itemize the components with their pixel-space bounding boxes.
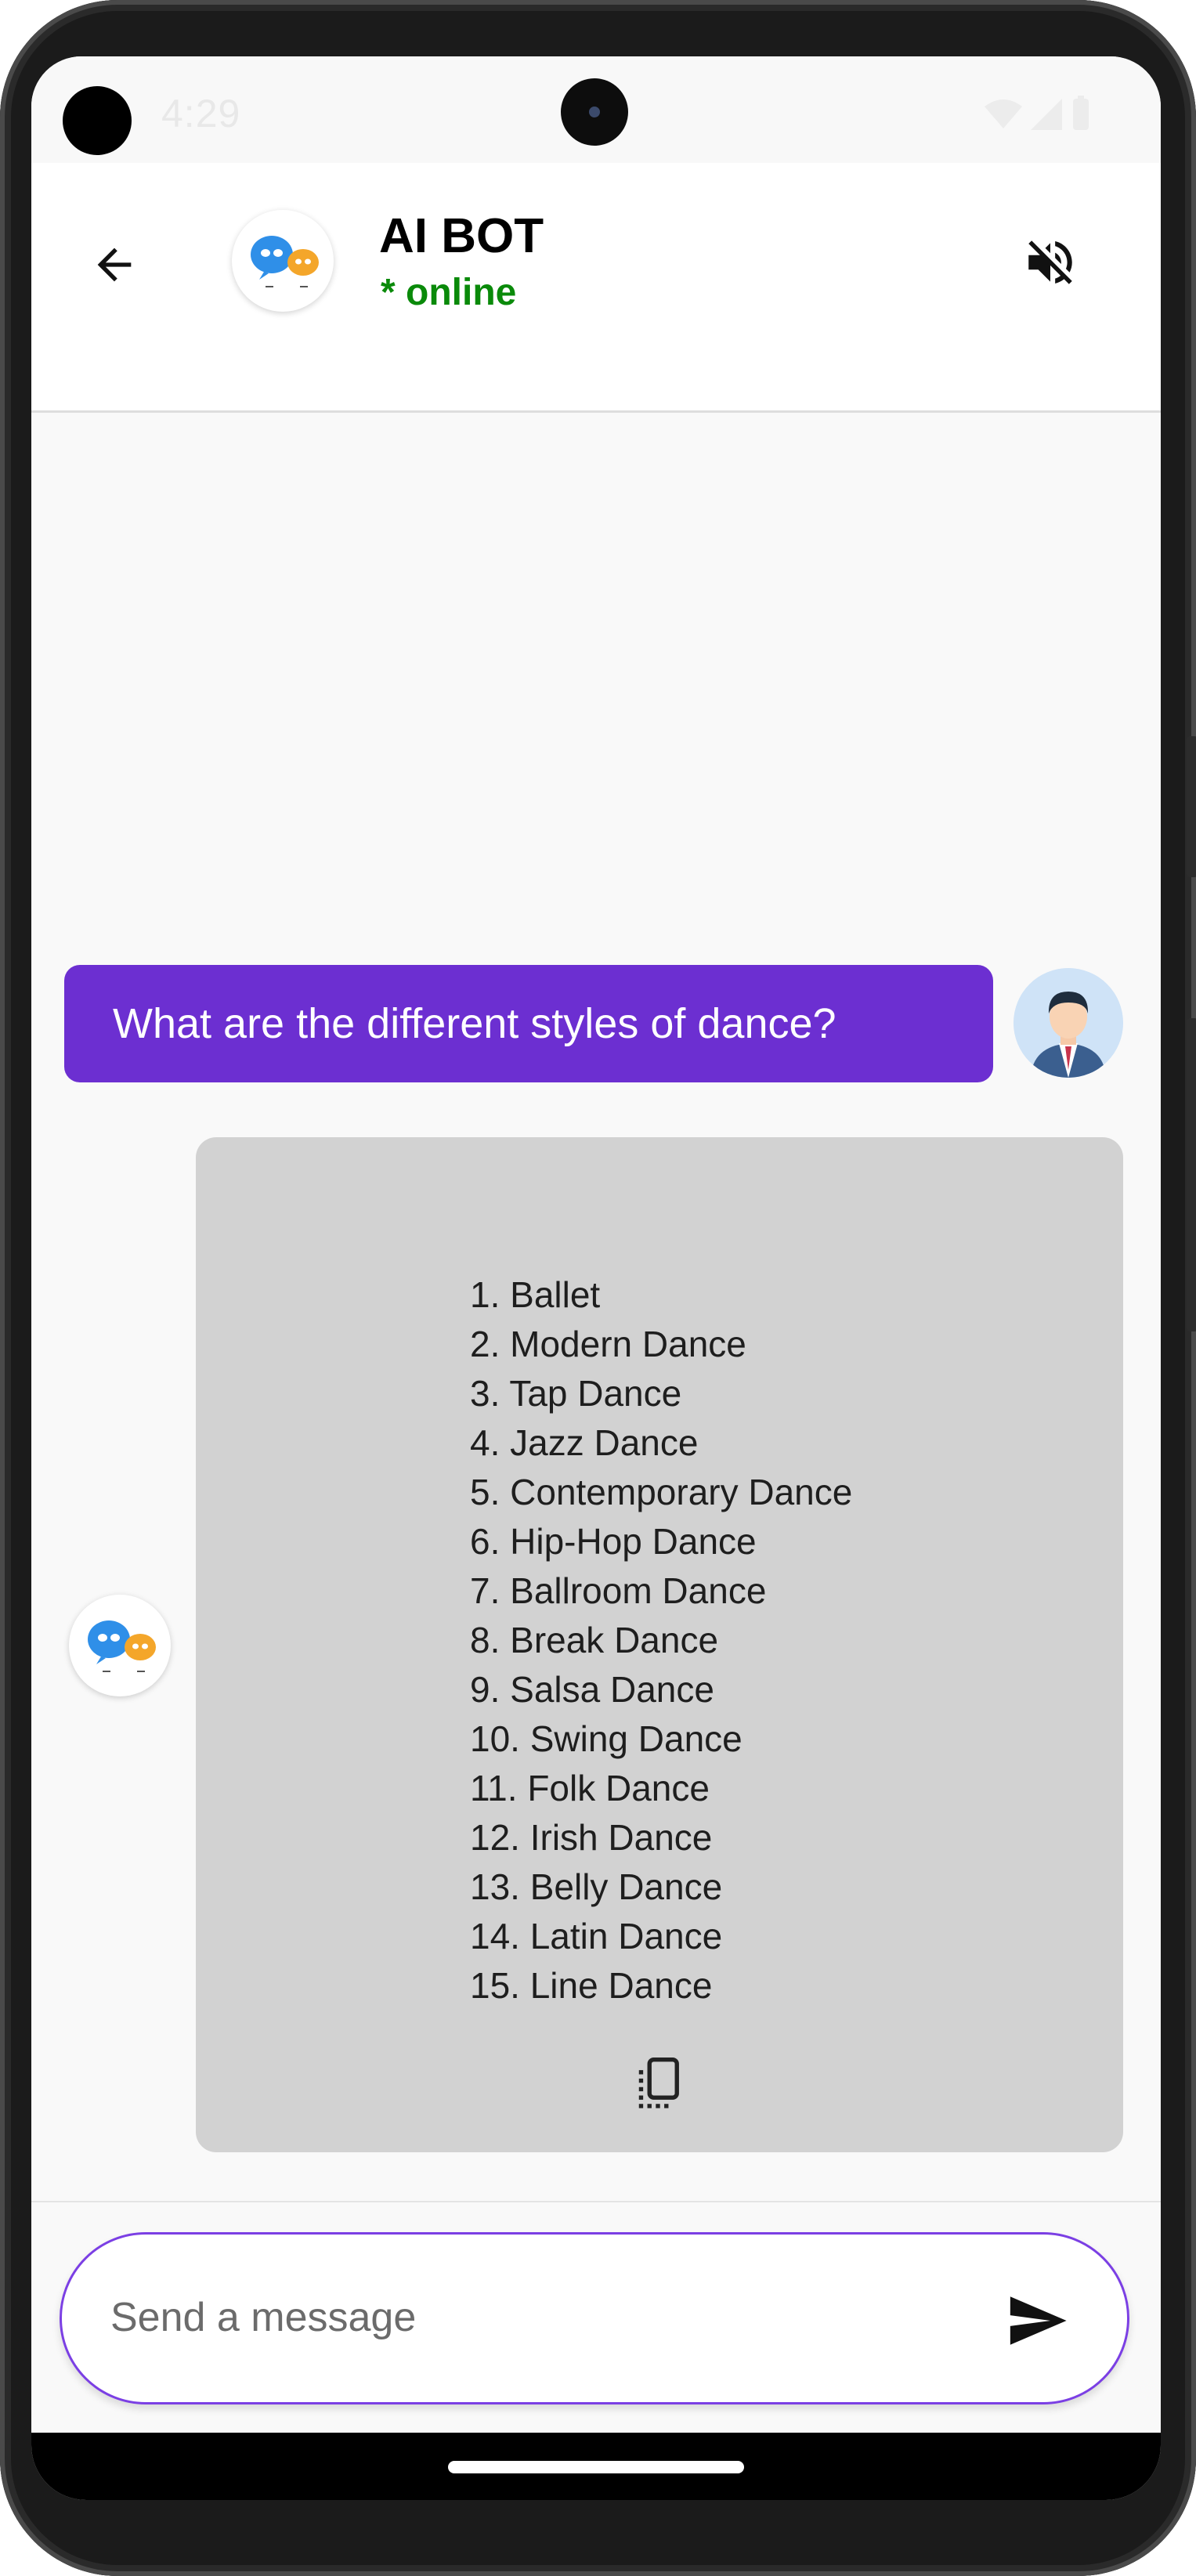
list-item: 5. Contemporary Dance (470, 1472, 853, 1512)
online-status: * online (381, 272, 517, 313)
message-input[interactable] (109, 2274, 974, 2361)
bot-avatar-icon (88, 1620, 156, 1672)
bot-message-avatar (69, 1595, 171, 1696)
copy-button[interactable] (627, 2054, 689, 2116)
back-button[interactable] (75, 226, 154, 304)
volume-button (1187, 1018, 1196, 1331)
power-button (1187, 736, 1196, 877)
screen: 4:29 AI BOT * online What are the differ… (31, 56, 1161, 2500)
copy-icon (638, 2058, 679, 2108)
status-bar: 4:29 (31, 56, 1161, 163)
user-avatar-icon (1014, 968, 1123, 1078)
list-item: 14. Latin Dance (470, 1916, 723, 1956)
app-bar: AI BOT * online (31, 163, 1161, 413)
list-item: 11. Folk Dance (470, 1768, 710, 1808)
dance-styles-list: 1. Ballet 2. Modern Dance 3. Tap Dance 4… (470, 1270, 852, 2011)
bot-avatar-icon (251, 236, 319, 287)
bot-message-bubble: 1. Ballet 2. Modern Dance 3. Tap Dance 4… (196, 1137, 1123, 2152)
list-item: 10. Swing Dance (470, 1718, 743, 1759)
list-item: 13. Belly Dance (470, 1866, 723, 1907)
front-camera (561, 78, 628, 146)
volume-off-icon (1028, 240, 1072, 284)
wifi-icon (984, 99, 1022, 128)
user-message-bubble: What are the different styles of dance? (64, 965, 993, 1082)
battery-icon (1073, 96, 1089, 130)
mute-button[interactable] (1007, 219, 1093, 305)
phone-frame: 4:29 AI BOT * online What are the differ… (0, 0, 1196, 2576)
bot-avatar (232, 210, 334, 312)
list-item: 7. Ballroom Dance (470, 1570, 767, 1611)
list-item: 2. Modern Dance (470, 1324, 746, 1364)
list-item: 15. Line Dance (470, 1965, 713, 2006)
status-time: 4:29 (161, 92, 241, 135)
back-arrow-icon (97, 247, 132, 282)
signal-icon (1031, 99, 1063, 130)
list-item: 4. Jazz Dance (470, 1422, 699, 1463)
user-avatar (1014, 968, 1123, 1078)
user-message-text: What are the different styles of dance? (113, 1000, 836, 1047)
message-input-container (60, 2232, 1129, 2404)
list-item: 8. Break Dance (470, 1620, 719, 1660)
send-icon (1010, 2296, 1067, 2345)
send-button[interactable] (994, 2278, 1080, 2364)
list-item: 6. Hip-Hop Dance (470, 1521, 757, 1562)
home-indicator[interactable] (448, 2461, 744, 2473)
status-icons (984, 96, 1090, 138)
camera-dot (63, 86, 132, 155)
list-item: 3. Tap Dance (470, 1373, 682, 1414)
navigation-bar (31, 2433, 1161, 2500)
list-item: 12. Irish Dance (470, 1817, 713, 1858)
chat-title: AI BOT (379, 209, 544, 263)
input-area (31, 2201, 1161, 2434)
list-item: 9. Salsa Dance (470, 1669, 714, 1710)
list-item: 1. Ballet (470, 1274, 601, 1315)
